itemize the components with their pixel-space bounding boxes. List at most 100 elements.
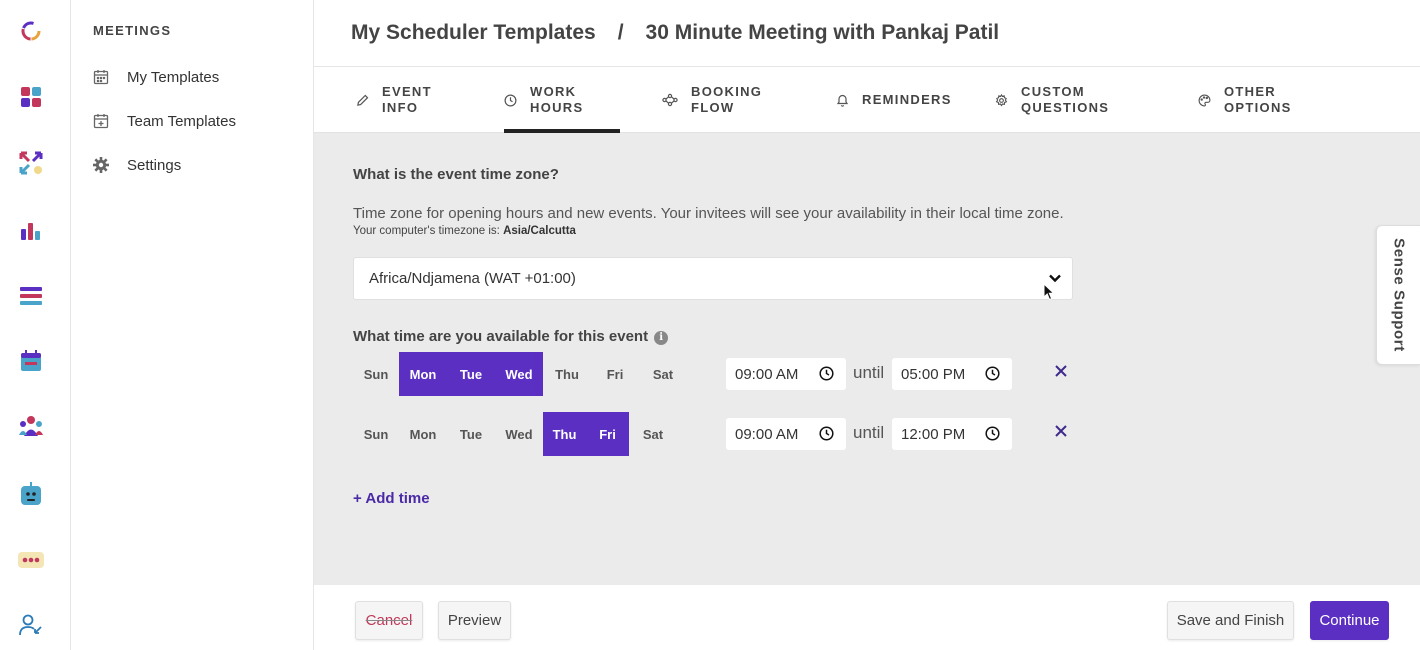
availability-row: Sun Mon Tue Wed Thu Fri Sat 09:00 AM unt… [353,352,1093,396]
calendar-icon [93,70,109,85]
timezone-question: What is the event time zone? [353,166,559,183]
local-timezone-value: Asia/Calcutta [503,225,576,237]
timezone-description: Time zone for opening hours and new even… [353,205,1064,222]
analytics-icon[interactable] [17,216,45,244]
until-label: until [853,423,885,442]
sidebar-item-label: Team Templates [127,112,236,130]
sidebar-item-label: My Templates [127,68,220,86]
tab-label: WORK HOURS [530,84,584,115]
gear-icon [93,157,109,173]
breadcrumb-root[interactable]: My Scheduler Templates [351,21,596,45]
sidebar-heading: MEETINGS [93,23,172,38]
sidebar-item-settings[interactable]: Settings [93,153,181,177]
day-wed[interactable]: Wed [495,352,543,396]
bell-icon [836,94,849,107]
gear-icon [995,93,1008,106]
pencil-icon [357,94,369,106]
day-selector: Sun Mon Tue Wed Thu Fri Sat [353,352,687,396]
local-timezone-note: Your computer's timezone is: Asia/Calcut… [353,225,576,237]
timezone-select[interactable]: Africa/Ndjamena (WAT +01:00) [353,257,1073,300]
team-icon[interactable] [17,412,45,440]
end-time-value: 05:00 PM [901,365,966,383]
sidebar-item-label: Settings [127,156,182,174]
bot-icon[interactable] [17,480,45,508]
tab-work-hours[interactable]: WORK HOURS [504,67,620,133]
cancel-button[interactable]: Cancel [355,601,423,640]
calendar-plus-icon [93,114,109,129]
availability-row: Sun Mon Tue Wed Thu Fri Sat 09:00 AM unt… [353,412,1093,456]
tab-label: EVENT INFO [382,84,432,115]
lists-icon[interactable] [17,282,45,310]
integrations-icon[interactable] [17,149,45,177]
day-tue[interactable]: Tue [447,352,495,396]
day-fri[interactable]: Fri [591,352,639,396]
day-selector: Sun Mon Tue Wed Thu Fri Sat [353,412,677,456]
tab-event-info[interactable]: EVENT INFO [356,67,432,133]
main-panel: My Scheduler Templates / 30 Minute Meeti… [314,0,1420,650]
clock-icon [504,94,517,106]
clock-icon [985,426,1000,441]
tab-label: CUSTOM QUESTIONS [1021,84,1110,115]
availability-question-text: What time are you available for this eve… [353,328,649,345]
page-title: 30 Minute Meeting with Pankaj Patil [645,21,1000,44]
step-tabs: EVENT INFO WORK HOURS BOOKING FLOW REMIN… [314,67,1420,133]
support-tab-label: Sense Support [1390,238,1407,352]
app-rail [0,0,71,650]
info-icon[interactable]: i [654,331,669,345]
day-sun[interactable]: Sun [353,412,399,456]
tab-label: BOOKING FLOW [691,84,763,115]
mouse-cursor-icon [1043,283,1055,301]
until-label: until [853,363,885,382]
calendar-icon[interactable] [17,347,45,375]
day-fri[interactable]: Fri [586,412,629,456]
day-wed[interactable]: Wed [495,412,543,456]
timezone-selected-value: Africa/Ndjamena (WAT +01:00) [369,270,576,287]
flow-icon [662,93,678,107]
tab-custom-questions[interactable]: CUSTOM QUESTIONS [995,67,1109,133]
clock-icon [819,426,834,441]
day-mon[interactable]: Mon [399,352,447,396]
preview-button[interactable]: Preview [438,601,511,640]
chat-icon[interactable] [17,546,45,574]
day-thu[interactable]: Thu [543,352,591,396]
breadcrumb: My Scheduler Templates / 30 Minute Meeti… [314,0,1420,67]
end-time-input[interactable]: 05:00 PM [892,358,1012,390]
remove-row-icon[interactable] [1055,425,1067,437]
support-tab[interactable]: Sense Support [1376,225,1420,365]
start-time-value: 09:00 AM [735,365,799,383]
tab-label: OTHER OPTIONS [1224,84,1292,115]
availability-question: What time are you available for this eve… [353,328,669,345]
tab-label: REMINDERS [862,92,952,107]
clock-icon [985,366,1000,381]
sidebar-item-my-templates[interactable]: My Templates [93,65,219,89]
save-and-finish-button[interactable]: Save and Finish [1167,601,1294,640]
end-time-input[interactable]: 12:00 PM [892,418,1012,450]
add-time-link[interactable]: + Add time [353,490,430,507]
tab-other-options[interactable]: OTHER OPTIONS [1198,67,1292,133]
day-sun[interactable]: Sun [353,352,399,396]
start-time-value: 09:00 AM [735,425,799,443]
meetings-sidebar: MEETINGS My Templates Team Templates Set… [71,0,314,650]
end-time-value: 12:00 PM [901,425,966,443]
day-tue[interactable]: Tue [447,412,495,456]
local-timezone-prefix: Your computer's timezone is: [353,225,504,237]
app-logo-icon[interactable] [17,17,45,45]
day-sat[interactable]: Sat [639,352,687,396]
continue-button[interactable]: Continue [1310,601,1389,640]
clock-icon [819,366,834,381]
breadcrumb-separator: / [617,21,624,44]
footer-actions: Cancel Preview Save and Finish Continue [314,585,1420,650]
user-icon[interactable] [17,611,45,639]
work-hours-panel: What is the event time zone? Time zone f… [314,133,1420,585]
palette-icon [1198,94,1211,106]
remove-row-icon[interactable] [1055,365,1067,377]
day-mon[interactable]: Mon [399,412,447,456]
day-thu[interactable]: Thu [543,412,586,456]
start-time-input[interactable]: 09:00 AM [726,418,846,450]
dashboard-icon[interactable] [17,83,45,111]
day-sat[interactable]: Sat [629,412,677,456]
tab-reminders[interactable]: REMINDERS [836,67,952,133]
start-time-input[interactable]: 09:00 AM [726,358,846,390]
sidebar-item-team-templates[interactable]: Team Templates [93,109,236,133]
tab-booking-flow[interactable]: BOOKING FLOW [662,67,762,133]
